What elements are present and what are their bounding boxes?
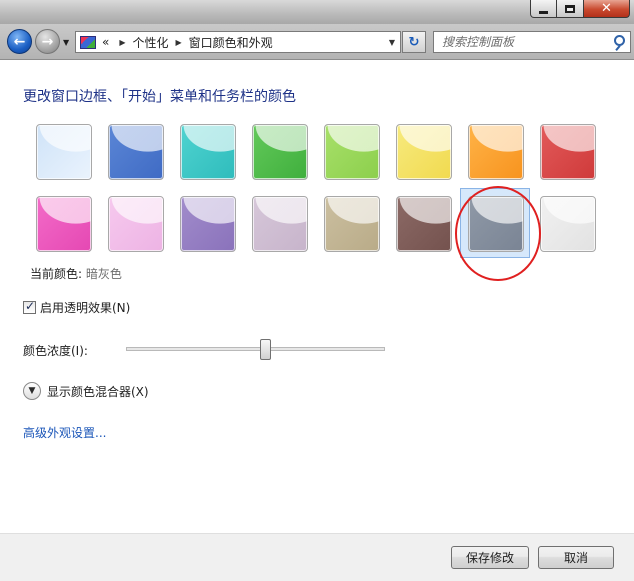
control-panel-icon (80, 35, 96, 49)
color-swatch[interactable] (324, 196, 380, 252)
breadcrumb-window-color[interactable]: 窗口颜色和外观 (189, 34, 273, 51)
cancel-button[interactable]: 取消 (538, 546, 614, 569)
color-swatch[interactable] (540, 196, 596, 252)
color-mixer-label[interactable]: 显示颜色混合器(X) (47, 383, 149, 400)
color-swatch[interactable] (252, 196, 308, 252)
back-button[interactable]: ← (7, 29, 32, 54)
chevron-right-icon: ▶ (119, 37, 126, 47)
forward-arrow-icon: → (41, 33, 54, 50)
transparency-option[interactable]: ✓ 启用透明效果(N) (23, 299, 130, 316)
transparency-label[interactable]: 启用透明效果(N) (40, 299, 130, 316)
color-mixer-toggle[interactable]: ▼ 显示颜色混合器(X) (23, 382, 149, 400)
search-box[interactable] (433, 31, 631, 53)
color-swatch[interactable] (396, 124, 452, 180)
save-changes-button[interactable]: 保存修改 (451, 546, 529, 569)
minimize-icon (539, 10, 548, 14)
color-swatch[interactable] (324, 124, 380, 180)
close-button[interactable]: ✕ (584, 0, 630, 18)
current-color-text: 当前颜色: 暗灰色 (30, 265, 122, 282)
chevron-down-icon[interactable]: ▼ (23, 382, 41, 400)
address-bar[interactable]: « ▶ 个性化 ▶ 窗口颜色和外观 ▼ (75, 31, 401, 53)
color-swatch[interactable] (108, 124, 164, 180)
refresh-icon: ↻ (408, 34, 420, 50)
intensity-slider-track[interactable] (126, 347, 385, 351)
window-controls: ✕ (530, 0, 630, 18)
search-input[interactable] (434, 32, 604, 52)
color-swatch[interactable] (252, 124, 308, 180)
address-prefix: « (102, 35, 110, 49)
color-swatch[interactable] (540, 124, 596, 180)
color-swatch[interactable] (180, 124, 236, 180)
color-swatch[interactable] (180, 196, 236, 252)
current-color-label: 当前颜色: (30, 267, 83, 281)
color-swatch[interactable] (396, 196, 452, 252)
transparency-checkbox[interactable]: ✓ (23, 299, 36, 314)
page-title: 更改窗口边框、「开始」菜单和任务栏的颜色 (23, 89, 296, 105)
breadcrumb-personalization[interactable]: 个性化 (133, 34, 169, 51)
recent-pages-dropdown[interactable]: ▼ (63, 38, 69, 47)
intensity-slider-thumb[interactable] (260, 339, 272, 360)
advanced-appearance-link[interactable]: 高级外观设置... (23, 424, 106, 441)
red-circle-annotation (455, 186, 541, 281)
color-swatch[interactable] (108, 196, 164, 252)
checkmark-icon: ✓ (25, 299, 36, 313)
maximize-button[interactable] (557, 0, 584, 18)
minimize-button[interactable] (530, 0, 557, 18)
back-arrow-icon: ← (13, 33, 26, 50)
maximize-icon (565, 4, 575, 13)
color-swatch[interactable] (36, 196, 92, 252)
color-swatch[interactable] (36, 124, 92, 180)
title-bar: ✕ (0, 0, 634, 24)
close-icon: ✕ (601, 1, 612, 16)
address-dropdown-icon[interactable]: ▼ (389, 38, 395, 47)
refresh-button[interactable]: ↻ (402, 31, 426, 53)
current-color-value: 暗灰色 (85, 267, 122, 281)
color-swatch[interactable] (468, 124, 524, 180)
chevron-right-icon: ▶ (175, 37, 182, 47)
intensity-label: 颜色浓度(I): (23, 344, 88, 358)
search-icon[interactable] (614, 35, 625, 46)
forward-button[interactable]: → (35, 29, 60, 54)
